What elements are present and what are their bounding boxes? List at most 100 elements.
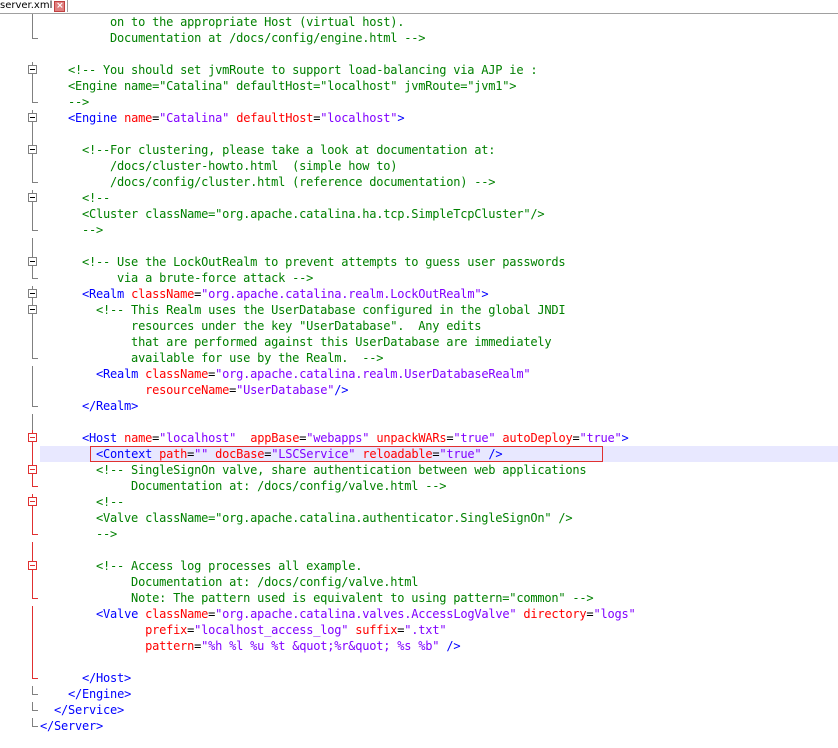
- tag-text: >: [621, 431, 629, 445]
- code-line[interactable]: Documentation at: /docs/config/valve.htm…: [0, 478, 838, 494]
- code-line[interactable]: [0, 654, 838, 670]
- code-line[interactable]: available for use by the Realm. -->: [0, 350, 838, 366]
- code-text: <Valve className="org.apache.catalina.va…: [40, 606, 636, 622]
- fold-toggle-icon[interactable]: [28, 305, 37, 314]
- code-line[interactable]: resources under the key "UserDatabase". …: [0, 318, 838, 334]
- line-number: [0, 398, 8, 414]
- code-line[interactable]: </Realm>: [0, 398, 838, 414]
- code-line[interactable]: </Server>: [0, 718, 838, 734]
- code-line[interactable]: -->: [0, 526, 838, 542]
- tag-text: />: [446, 639, 461, 653]
- code-line[interactable]: <!-- Use the LockOutRealm to prevent att…: [0, 254, 838, 270]
- fold-guide: [32, 606, 33, 622]
- fold-toggle-icon[interactable]: [28, 497, 37, 506]
- fold-toggle-icon[interactable]: [28, 193, 37, 202]
- comment-text: via a brute-force attack -->: [40, 271, 314, 285]
- line-number: [0, 446, 8, 462]
- fold-end-tick: [32, 182, 38, 183]
- code-line[interactable]: [0, 238, 838, 254]
- code-line[interactable]: <!--: [0, 494, 838, 510]
- fold-toggle-icon[interactable]: [28, 433, 37, 442]
- fold-toggle-icon[interactable]: [28, 257, 37, 266]
- attribute-value: "localhost": [320, 111, 398, 125]
- line-number: [0, 78, 8, 94]
- fold-end-tick: [32, 102, 38, 103]
- code-text: <!-- You should set jvmRoute to support …: [40, 62, 538, 78]
- tab-server-xml[interactable]: server.xml ×: [0, 0, 69, 12]
- line-number: [0, 110, 8, 126]
- comment-text: <!--For clustering, please take a look a…: [40, 143, 496, 157]
- comment-text: <!-- This Realm uses the UserDatabase co…: [40, 303, 566, 317]
- fold-toggle-icon[interactable]: [28, 65, 37, 74]
- code-line[interactable]: [0, 414, 838, 430]
- fold-end-tick: [32, 406, 38, 407]
- fold-toggle-icon[interactable]: [28, 113, 37, 122]
- plain-text: [40, 111, 68, 125]
- code-line[interactable]: </Service>: [0, 702, 838, 718]
- code-line[interactable]: </Engine>: [0, 686, 838, 702]
- code-line[interactable]: resourceName="UserDatabase"/>: [0, 382, 838, 398]
- code-line[interactable]: <!-- This Realm uses the UserDatabase co…: [0, 302, 838, 318]
- attribute-name: suffix: [355, 623, 398, 637]
- line-number: [0, 126, 8, 142]
- code-line[interactable]: Documentation at: /docs/config/valve.htm…: [0, 574, 838, 590]
- comment-text: Note: The pattern used is equivalent to …: [40, 591, 594, 605]
- code-text: resourceName="UserDatabase"/>: [40, 382, 348, 398]
- line-number: [0, 622, 8, 638]
- code-line[interactable]: -->: [0, 94, 838, 110]
- code-line[interactable]: pattern="%h %l %u %t &quot;%r&quot; %s %…: [0, 638, 838, 654]
- code-text: <!-- Access log processes all example.: [40, 558, 362, 574]
- comment-text: <!--: [40, 191, 111, 205]
- code-line[interactable]: <Host name="localhost" appBase="webapps"…: [0, 430, 838, 446]
- code-line[interactable]: <Engine name="Catalina" defaultHost="loc…: [0, 78, 838, 94]
- fold-guide: [32, 638, 33, 654]
- fold-end-tick: [32, 486, 38, 487]
- fold-end-tick: [32, 694, 38, 695]
- code-line[interactable]: <Realm className="org.apache.catalina.re…: [0, 366, 838, 382]
- attribute-name: autoDeploy: [502, 431, 573, 445]
- line-number: [0, 238, 8, 254]
- attribute-value: "webapps": [306, 431, 370, 445]
- code-line[interactable]: -->: [0, 222, 838, 238]
- code-line[interactable]: on to the appropriate Host (virtual host…: [0, 14, 838, 30]
- code-line[interactable]: <Valve className="org.apache.catalina.au…: [0, 510, 838, 526]
- fold-guide: [32, 414, 33, 430]
- code-text: <!-- This Realm uses the UserDatabase co…: [40, 302, 566, 318]
- code-line[interactable]: via a brute-force attack -->: [0, 270, 838, 286]
- attribute-name: name: [124, 111, 153, 125]
- code-line[interactable]: that are performed against this UserData…: [0, 334, 838, 350]
- code-line[interactable]: [0, 542, 838, 558]
- fold-toggle-icon[interactable]: [28, 465, 37, 474]
- tag-text: >: [481, 287, 489, 301]
- code-line[interactable]: Documentation at /docs/config/engine.htm…: [0, 30, 838, 46]
- line-number: [0, 142, 8, 158]
- code-line[interactable]: prefix="localhost_access_log" suffix=".t…: [0, 622, 838, 638]
- code-line[interactable]: </Host>: [0, 670, 838, 686]
- code-line[interactable]: /docs/config/cluster.html (reference doc…: [0, 174, 838, 190]
- code-line[interactable]: <Cluster className="org.apache.catalina.…: [0, 206, 838, 222]
- code-line[interactable]: Note: The pattern used is equivalent to …: [0, 590, 838, 606]
- line-number: [0, 206, 8, 222]
- fold-toggle-icon[interactable]: [28, 145, 37, 154]
- fold-end-tick: [32, 710, 38, 711]
- code-line[interactable]: <Engine name="Catalina" defaultHost="loc…: [0, 110, 838, 126]
- code-text: </Server>: [40, 718, 103, 734]
- code-line[interactable]: <!--: [0, 190, 838, 206]
- code-line[interactable]: [0, 46, 838, 62]
- line-number: [0, 526, 8, 542]
- code-line[interactable]: <Realm className="org.apache.catalina.re…: [0, 286, 838, 302]
- close-icon[interactable]: ×: [54, 0, 66, 12]
- fold-guide: [32, 78, 33, 94]
- code-line[interactable]: [0, 126, 838, 142]
- fold-toggle-icon[interactable]: [28, 561, 37, 570]
- plain-text: [40, 383, 145, 397]
- code-line[interactable]: /docs/cluster-howto.html (simple how to): [0, 158, 838, 174]
- code-editor[interactable]: on to the appropriate Host (virtual host…: [0, 14, 838, 748]
- comment-text: /docs/config/cluster.html (reference doc…: [40, 175, 496, 189]
- code-line[interactable]: <!-- Access log processes all example.: [0, 558, 838, 574]
- code-line[interactable]: <Valve className="org.apache.catalina.va…: [0, 606, 838, 622]
- code-line[interactable]: <!-- You should set jvmRoute to support …: [0, 62, 838, 78]
- code-line[interactable]: <!--For clustering, please take a look a…: [0, 142, 838, 158]
- code-line[interactable]: <!-- SingleSignOn valve, share authentic…: [0, 462, 838, 478]
- fold-toggle-icon[interactable]: [28, 289, 37, 298]
